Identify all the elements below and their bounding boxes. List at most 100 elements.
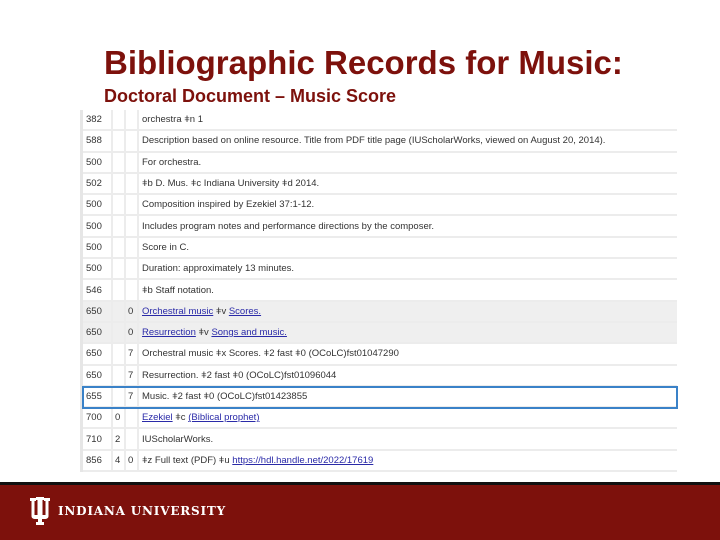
indicator-2 [124, 237, 139, 258]
field-tag: 382 [86, 114, 102, 126]
indicator-1 [111, 237, 124, 258]
heading-link[interactable]: https://hdl.handle.net/2022/17619 [232, 455, 373, 466]
indicator-2 [124, 259, 139, 279]
field-content: ǂb D. Mus. ǂc Indiana University ǂd 2014… [139, 174, 677, 193]
field-tag: 655 [86, 391, 102, 402]
field-tag: 588 [86, 135, 102, 147]
indicator-2 [124, 131, 139, 151]
marc-record-table: 382 orchestra ǂn 1 588 Description based on… [80, 110, 678, 473]
indicator-1 [111, 280, 124, 300]
field-content: For orchestra. [139, 153, 677, 172]
field-tag: 500 [86, 199, 102, 211]
field-tag: 856 [86, 454, 102, 466]
indicator-1 [111, 173, 124, 194]
field-tag: 710 [86, 433, 102, 445]
indicator-1 [111, 301, 124, 321]
indicator-2 [124, 195, 139, 215]
field-text: ǂv [195, 327, 212, 339]
field-tag: 546 [86, 284, 102, 296]
heading-link[interactable]: Resurrection [142, 327, 196, 338]
marc-field-row[interactable]: 700 0 Ezekiel ǂc (Biblical prophet) [83, 408, 677, 430]
marc-field-row[interactable]: 502 ǂb D. Mus. ǂc Indiana University ǂd 2… [83, 173, 677, 196]
iu-trident-logo-icon [30, 497, 50, 525]
marc-field-row[interactable]: 650 0 Orchestral music ǂv Scores. [83, 301, 677, 323]
field-tag: 502 [86, 178, 102, 190]
marc-field-row[interactable]: 710 2 IUScholarWorks. [83, 429, 677, 451]
marc-field-row[interactable]: 546 ǂb Staff notation. [83, 280, 677, 302]
indicator-2 [124, 173, 139, 194]
field-content: Score in C. [139, 238, 677, 257]
indicator-2 [124, 429, 139, 449]
heading-link[interactable]: (Biblical prophet) [188, 412, 259, 423]
indicator-2: 0 [124, 450, 139, 471]
field-tag: 650 [86, 327, 102, 339]
marc-field-row[interactable]: 588 Description based on online resource.… [83, 131, 677, 153]
field-content: Orchestral music ǂx Scores. ǂ2 fast ǂ0 (… [139, 344, 677, 363]
field-text: ǂb D. Mus. ǂc Indiana University ǂd 2014… [142, 178, 320, 190]
indicator-1 [111, 195, 124, 215]
heading-link[interactable]: Orchestral music [142, 306, 213, 317]
indicator-2: 7 [124, 344, 139, 364]
field-content: Resurrection. ǂ2 fast ǂ0 (OCoLC)fst01096… [139, 366, 677, 385]
indicator-1: 2 [111, 429, 124, 449]
field-text: Orchestral music ǂx Scores. ǂ2 fast ǂ0 (… [142, 348, 399, 360]
field-content: Orchestral music ǂv Scores. [139, 302, 677, 321]
field-content: ǂz Full text (PDF) ǂu https://hdl.handle… [139, 451, 677, 470]
field-text: orchestra ǂn 1 [142, 114, 203, 126]
field-content: IUScholarWorks. [139, 429, 677, 448]
indicator-2 [124, 110, 139, 130]
indicator-1 [111, 216, 124, 236]
field-text: ǂc [172, 412, 189, 424]
field-tag: 500 [86, 156, 102, 168]
heading-link[interactable]: Songs and music. [211, 327, 287, 338]
indicator-2: 0 [124, 301, 139, 321]
indicator-2: 7 [124, 386, 139, 407]
marc-field-row[interactable]: 500 For orchestra. [83, 152, 677, 174]
indicator-1 [111, 131, 124, 151]
indicator-1 [111, 110, 124, 130]
indicator-2: 0 [124, 322, 139, 343]
marc-field-row[interactable]: 650 7 Resurrection. ǂ2 fast ǂ0 (OCoLC)fst0… [83, 365, 677, 387]
field-text: Score in C. [142, 241, 189, 253]
field-content: Description based on online resource. Ti… [139, 131, 677, 150]
footer-bar: INDIANA UNIVERSITY [0, 485, 720, 540]
marc-field-row[interactable]: 650 7 Orchestral music ǂx Scores. ǂ2 fast … [83, 344, 677, 366]
marc-field-row[interactable]: 500 Composition inspired by Ezekiel 37:1-… [83, 195, 677, 217]
field-text: Duration: approximately 13 minutes. [142, 263, 295, 275]
marc-field-row[interactable]: 650 0 Resurrection ǂv Songs and music. [83, 322, 677, 345]
indicator-2 [124, 280, 139, 300]
marc-field-row[interactable]: 856 4 0 ǂz Full text (PDF) ǂu https://hdl.h… [83, 450, 677, 473]
field-text: IUScholarWorks. [142, 433, 214, 445]
marc-field-row[interactable]: 655 7 Music. ǂ2 fast ǂ0 (OCoLC)fst01423855 [82, 385, 678, 410]
field-tag: 500 [86, 241, 102, 253]
indicator-1 [111, 365, 124, 385]
indicator-1 [111, 259, 124, 279]
indicator-1: 4 [111, 450, 124, 471]
field-tag: 650 [86, 348, 102, 360]
field-text: ǂz Full text (PDF) ǂu [142, 454, 233, 466]
indicator-1 [111, 152, 124, 172]
field-content: Resurrection ǂv Songs and music. [139, 323, 677, 342]
indicator-2: 7 [124, 365, 139, 385]
field-tag: 650 [86, 305, 102, 317]
field-content: Includes program notes and performance d… [139, 216, 677, 235]
marc-field-row[interactable]: 500 Includes program notes and performanc… [83, 216, 677, 238]
field-content: Composition inspired by Ezekiel 37:1-12. [139, 195, 677, 214]
field-text: Includes program notes and performance d… [142, 220, 435, 232]
field-tag: 500 [86, 263, 102, 275]
field-content: Music. ǂ2 fast ǂ0 (OCoLC)fst01423855 [139, 387, 677, 406]
indicator-2 [124, 216, 139, 236]
field-content: Ezekiel ǂc (Biblical prophet) [139, 408, 677, 427]
marc-field-row[interactable]: 382 orchestra ǂn 1 [83, 110, 677, 132]
indicator-2 [124, 408, 139, 428]
indicator-1: 0 [111, 408, 124, 428]
field-tag: 500 [86, 220, 102, 232]
marc-field-row[interactable]: 500 Duration: approximately 13 minutes. [83, 259, 677, 281]
field-text: ǂv [213, 305, 229, 317]
heading-link[interactable]: Ezekiel [142, 412, 173, 423]
field-text: ǂb Staff notation. [142, 284, 214, 296]
marc-field-row[interactable]: 500 Score in C. [83, 237, 677, 260]
heading-link[interactable]: Scores. [229, 306, 261, 317]
field-content: Duration: approximately 13 minutes. [139, 259, 677, 278]
field-text: Composition inspired by Ezekiel 37:1-12. [142, 199, 315, 211]
